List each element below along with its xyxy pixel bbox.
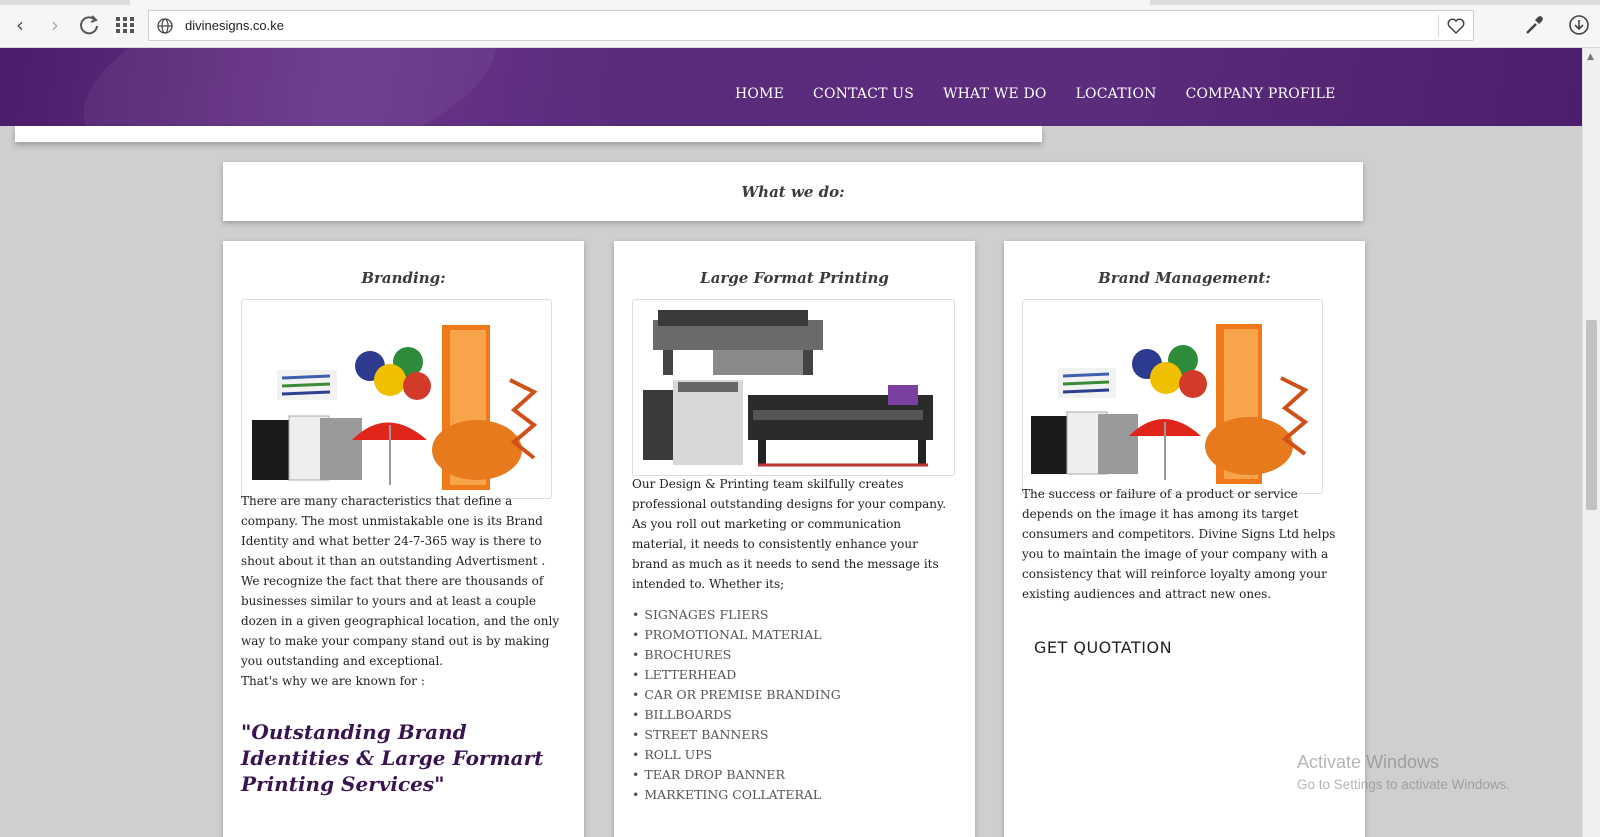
reload-icon[interactable] xyxy=(76,12,102,38)
card-title: Brand Management: xyxy=(1098,269,1271,287)
list-item: PROMOTIONAL MATERIAL xyxy=(632,625,841,645)
page-scrollbar[interactable]: ▲ xyxy=(1582,48,1600,837)
header-decoration xyxy=(65,48,515,126)
get-quotation-button[interactable]: GET QUOTATION xyxy=(1034,638,1172,657)
url-text[interactable]: divinesigns.co.ke xyxy=(185,18,284,33)
printing-description: Our Design & Printing team skilfully cre… xyxy=(632,477,947,591)
divider xyxy=(1438,15,1439,37)
active-tab[interactable] xyxy=(130,0,1150,5)
section-title-card: What we do: xyxy=(223,162,1363,221)
apps-grid-icon[interactable] xyxy=(112,12,138,38)
nav-location[interactable]: LOCATION xyxy=(1076,86,1157,102)
tab-strip xyxy=(0,0,1600,5)
browser-toolbar: ‹ › divinesigns.co.ke xyxy=(0,0,1600,48)
bookmark-heart-icon[interactable] xyxy=(1445,15,1467,37)
scroll-up-icon[interactable]: ▲ xyxy=(1587,52,1594,62)
branding-description: There are many characteristics that defi… xyxy=(241,491,566,691)
main-navigation: HOME CONTACT US WHAT WE DO LOCATION COMP… xyxy=(735,86,1365,102)
watermark-subtitle: Go to Settings to activate Windows. xyxy=(1297,777,1511,792)
watermark-title: Activate Windows xyxy=(1297,752,1440,772)
nav-what-we-do[interactable]: WHAT WE DO xyxy=(943,86,1047,102)
branding-paragraph: There are many characteristics that defi… xyxy=(241,494,560,668)
section-title: What we do: xyxy=(741,182,845,201)
globe-icon xyxy=(156,17,174,35)
card-large-format-printing: Large Format Printing Our Design & Print… xyxy=(614,241,975,837)
branding-known-for: That's why we are known for : xyxy=(241,674,425,688)
list-item: MARKETING COLLATERAL xyxy=(632,785,841,805)
list-item: STREET BANNERS xyxy=(632,725,841,745)
back-icon[interactable]: ‹ xyxy=(7,12,33,38)
windows-activation-watermark: Activate Windows Go to Settings to activ… xyxy=(1297,752,1510,792)
download-icon[interactable] xyxy=(1566,12,1592,38)
scrollbar-thumb[interactable] xyxy=(1586,320,1597,510)
card-brand-management: Brand Management: The success or failure… xyxy=(1004,241,1365,837)
nav-home[interactable]: HOME xyxy=(735,86,784,102)
brand-management-image xyxy=(1022,299,1323,494)
list-item: SIGNAGES FLIERS xyxy=(632,605,841,625)
branding-products-image xyxy=(241,299,552,499)
card-title: Large Format Printing xyxy=(700,269,889,287)
forward-icon[interactable]: › xyxy=(42,12,68,38)
list-item: BILLBOARDS xyxy=(632,705,841,725)
list-item: ROLL UPS xyxy=(632,745,841,765)
list-item: LETTERHEAD xyxy=(632,665,841,685)
card-branding: Branding: There are many characteristics… xyxy=(223,241,584,837)
printers-image xyxy=(632,299,955,476)
nav-contact-us[interactable]: CONTACT US xyxy=(813,86,914,102)
eyedropper-icon[interactable] xyxy=(1521,12,1547,38)
address-bar[interactable]: divinesigns.co.ke xyxy=(148,10,1474,41)
nav-company-profile[interactable]: COMPANY PROFILE xyxy=(1186,86,1336,102)
list-item: CAR OR PREMISE BRANDING xyxy=(632,685,840,705)
branding-quote: "Outstanding Brand Identities & Large Fo… xyxy=(241,720,544,796)
list-item: BROCHURES xyxy=(632,645,841,665)
card-title: Branding: xyxy=(361,269,446,287)
printing-services-list: SIGNAGES FLIERS PROMOTIONAL MATERIAL BRO… xyxy=(632,605,841,805)
list-item: TEAR DROP BANNER xyxy=(632,765,841,785)
brand-management-description: The success or failure of a product or s… xyxy=(1022,487,1336,601)
previous-section-card xyxy=(15,126,1042,142)
